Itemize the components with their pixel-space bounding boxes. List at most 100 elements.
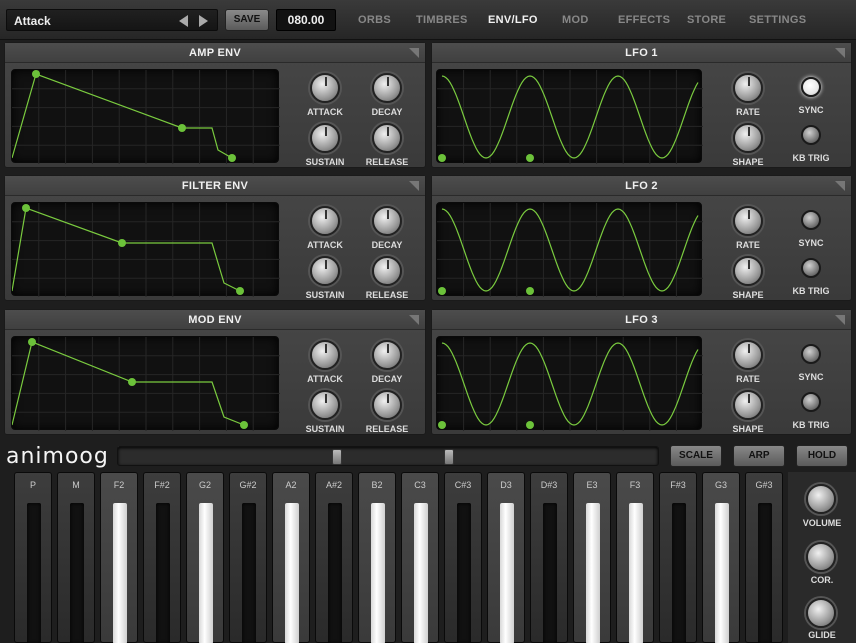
kb-trig-button[interactable] — [801, 258, 821, 278]
mod-env-panel: MOD ENV ATTACK DECAY SUSTAIN RELEASE — [4, 309, 426, 435]
key-m[interactable]: M — [57, 472, 95, 643]
decay-control: DECAY — [357, 73, 417, 123]
range-handle-high[interactable] — [444, 449, 454, 465]
next-preset-icon[interactable] — [199, 15, 208, 27]
key-f-sharp2[interactable]: F#2 — [143, 472, 181, 643]
key-p[interactable]: P — [14, 472, 52, 643]
panel-menu-icon[interactable] — [409, 181, 419, 191]
sustain-knob[interactable] — [310, 123, 340, 153]
kb-trig-button[interactable] — [801, 392, 821, 412]
envelope-point-1[interactable] — [118, 239, 126, 247]
envelope-point-2[interactable] — [228, 154, 236, 162]
release-knob[interactable] — [372, 256, 402, 286]
save-button[interactable]: SAVE — [225, 9, 269, 31]
key-d-sharp3[interactable]: D#3 — [530, 472, 568, 643]
rate-knob[interactable] — [733, 73, 763, 103]
bpm-display[interactable]: 080.00 — [276, 9, 336, 31]
shape-knob[interactable] — [733, 390, 763, 420]
scale-button[interactable]: SCALE — [670, 445, 722, 467]
sustain-knob[interactable] — [310, 390, 340, 420]
panel-menu-icon[interactable] — [835, 181, 845, 191]
sync-button[interactable] — [801, 210, 821, 230]
sync-control: SYNC — [786, 208, 836, 258]
knob-indicator — [748, 127, 750, 136]
envelope-point-0[interactable] — [32, 70, 40, 78]
tab-env-lfo[interactable]: ENV/LFO — [488, 14, 538, 26]
key-g-sharp3[interactable]: G#3 — [745, 472, 783, 643]
keyboard-range-slider[interactable] — [117, 446, 659, 466]
decay-knob[interactable] — [372, 73, 402, 103]
tab-settings[interactable]: SETTINGS — [749, 14, 806, 26]
key-c-sharp3[interactable]: C#3 — [444, 472, 482, 643]
kb-trig-button[interactable] — [801, 125, 821, 145]
attack-knob[interactable] — [310, 340, 340, 370]
range-handle-low[interactable] — [332, 449, 342, 465]
prev-preset-icon[interactable] — [179, 15, 188, 27]
key-g2[interactable]: G2 — [186, 472, 224, 643]
envelope-point-0[interactable] — [28, 338, 36, 346]
key-f2[interactable]: F2 — [100, 472, 138, 643]
release-control: RELEASE — [357, 390, 417, 440]
key-a-sharp2[interactable]: A#2 — [315, 472, 353, 643]
attack-knob[interactable] — [310, 206, 340, 236]
key-f-sharp3[interactable]: F#3 — [659, 472, 697, 643]
sustain-knob[interactable] — [310, 256, 340, 286]
preset-selector[interactable]: Attack — [6, 9, 218, 31]
decay-control: DECAY — [357, 340, 417, 390]
panel-menu-icon[interactable] — [835, 315, 845, 325]
key-label: G#2 — [239, 480, 257, 490]
volume-knob[interactable] — [806, 484, 836, 514]
attack-knob[interactable] — [310, 73, 340, 103]
tab-effects[interactable]: EFFECTS — [618, 14, 670, 26]
decay-knob[interactable] — [372, 340, 402, 370]
envelope-display[interactable] — [11, 336, 280, 431]
tab-mod[interactable]: MOD — [562, 14, 589, 26]
lfo-point-start[interactable] — [438, 421, 446, 429]
key-e3[interactable]: E3 — [573, 472, 611, 643]
key-a2[interactable]: A2 — [272, 472, 310, 643]
lfo-point-period[interactable] — [526, 154, 534, 162]
envelope-point-2[interactable] — [236, 287, 244, 295]
panel-menu-icon[interactable] — [409, 315, 419, 325]
shape-control: SHAPE — [718, 390, 778, 440]
arp-button[interactable]: ARP — [733, 445, 785, 467]
panel-menu-icon[interactable] — [409, 48, 419, 58]
lfo-point-period[interactable] — [526, 287, 534, 295]
hold-button[interactable]: HOLD — [796, 445, 848, 467]
envelope-point-1[interactable] — [128, 378, 136, 386]
envelope-display[interactable] — [11, 69, 280, 164]
panel-menu-icon[interactable] — [835, 48, 845, 58]
key-d3[interactable]: D3 — [487, 472, 525, 643]
rate-knob[interactable] — [733, 340, 763, 370]
sync-button[interactable] — [801, 344, 821, 364]
sync-button[interactable] — [801, 77, 821, 97]
shape-knob[interactable] — [733, 256, 763, 286]
lfo-display[interactable] — [436, 336, 703, 431]
release-knob[interactable] — [372, 390, 402, 420]
tab-orbs[interactable]: ORBS — [358, 14, 391, 26]
key-b2[interactable]: B2 — [358, 472, 396, 643]
envelope-point-0[interactable] — [22, 204, 30, 212]
decay-knob[interactable] — [372, 206, 402, 236]
envelope-display[interactable] — [11, 202, 280, 297]
cor-knob[interactable] — [806, 542, 836, 572]
tab-store[interactable]: STORE — [687, 14, 726, 26]
shape-knob[interactable] — [733, 123, 763, 153]
lfo-display[interactable] — [436, 202, 703, 297]
key-g3[interactable]: G3 — [702, 472, 740, 643]
key-g-sharp2[interactable]: G#2 — [229, 472, 267, 643]
tab-timbres[interactable]: TIMBRES — [416, 14, 468, 26]
envelope-point-2[interactable] — [240, 421, 248, 429]
envelope-point-1[interactable] — [178, 124, 186, 132]
lfo-display[interactable] — [436, 69, 703, 164]
sustain-label: SUSTAIN — [305, 290, 345, 300]
key-label: P — [29, 480, 36, 490]
lfo-point-start[interactable] — [438, 154, 446, 162]
key-f3[interactable]: F3 — [616, 472, 654, 643]
key-c3[interactable]: C3 — [401, 472, 439, 643]
lfo-point-period[interactable] — [526, 421, 534, 429]
lfo-point-start[interactable] — [438, 287, 446, 295]
rate-knob[interactable] — [733, 206, 763, 236]
release-knob[interactable] — [372, 123, 402, 153]
glide-knob[interactable] — [806, 598, 836, 628]
